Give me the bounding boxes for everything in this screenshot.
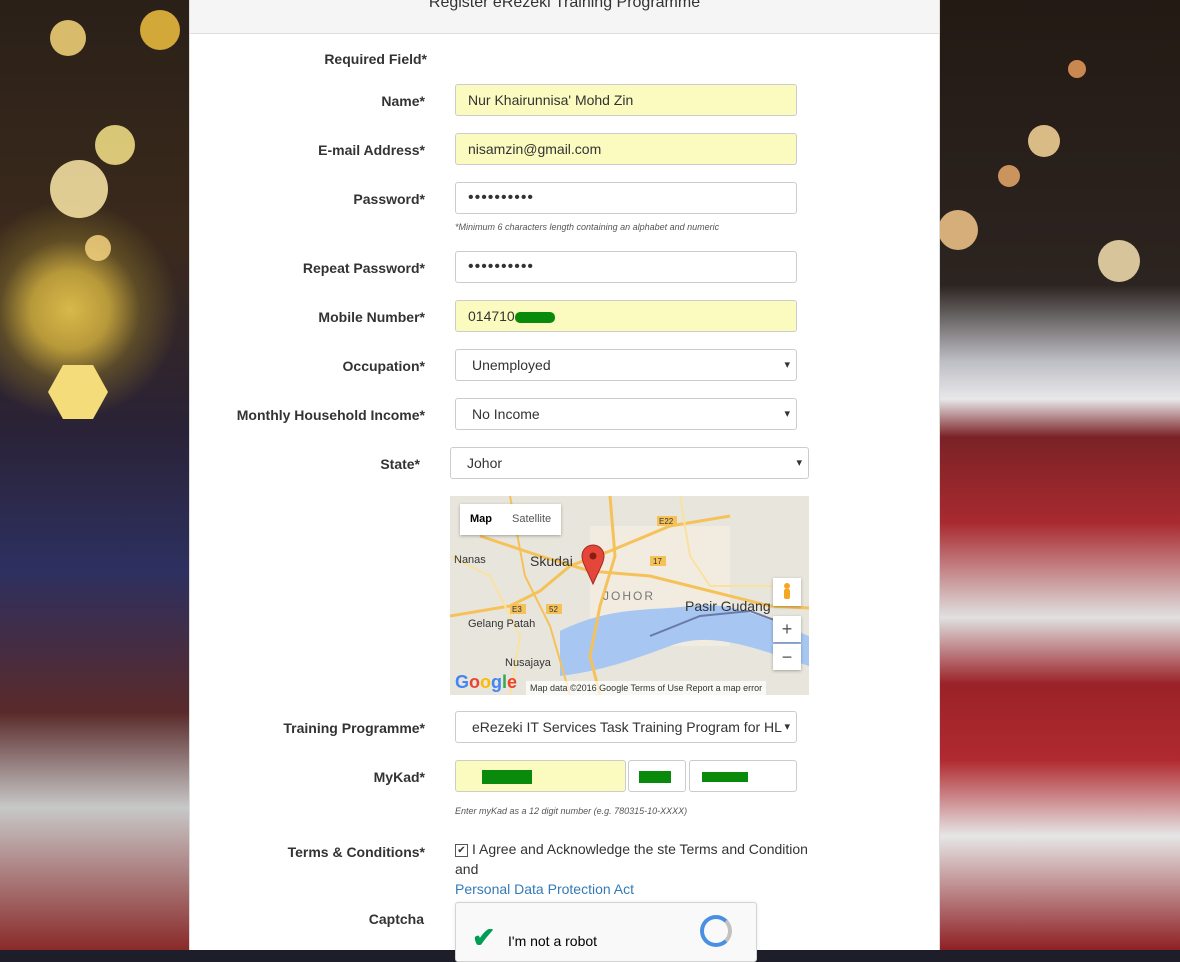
bokeh-light <box>140 10 180 50</box>
background-left <box>0 0 190 950</box>
occupation-select[interactable]: Unemployed <box>455 349 797 381</box>
mykad-label: MyKad* <box>373 769 425 785</box>
page-title: Register eRezeki Training Programme <box>428 0 701 11</box>
training-label: Training Programme* <box>283 720 425 736</box>
street-view-pegman-icon[interactable] <box>773 578 801 606</box>
road-label-e3: E3 <box>512 605 522 614</box>
income-label: Monthly Household Income* <box>236 407 425 423</box>
state-label: State* <box>380 456 420 472</box>
recaptcha-widget[interactable]: ✔ I'm not a robot <box>455 902 757 962</box>
mykad-part3-input[interactable] <box>689 760 797 792</box>
occupation-value: Unemployed <box>472 357 551 373</box>
bokeh-light <box>1098 240 1140 282</box>
map-type-control: Map Satellite <box>460 504 562 535</box>
terms-agreement: ✔ I Agree and Acknowledge the ste Terms a… <box>455 839 835 899</box>
road-label-e22: E22 <box>659 517 674 526</box>
income-value: No Income <box>472 406 540 422</box>
name-label: Name* <box>381 93 425 109</box>
bokeh-light <box>998 165 1020 187</box>
name-input[interactable]: Nur Khairunnisa' Mohd Zin <box>455 84 797 116</box>
required-field-note: Required Field* <box>324 51 427 67</box>
repeat-password-input[interactable]: •••••••••• <box>455 251 797 283</box>
redaction-mark <box>482 770 532 785</box>
road-label-52: 52 <box>549 605 558 614</box>
mykad-hint: Enter myKad as a 12 digit number (e.g. 7… <box>455 806 688 816</box>
road-label-17: 17 <box>653 557 662 566</box>
mykad-part1-input[interactable] <box>455 760 626 792</box>
zoom-in-button[interactable]: + <box>773 616 801 642</box>
zoom-out-button[interactable]: − <box>773 644 801 670</box>
bokeh-light <box>50 160 108 218</box>
place-nanas: Nanas <box>454 554 486 566</box>
income-select[interactable]: No Income <box>455 398 797 430</box>
state-value: Johor <box>467 455 503 471</box>
captcha-label: Captcha <box>368 911 424 927</box>
password-input[interactable]: •••••••••• <box>455 182 797 214</box>
pdpa-link[interactable]: Personal Data Protection Act <box>455 881 634 897</box>
registration-panel: Register eRezeki Training Programme Requ… <box>189 0 940 962</box>
email-label: E-mail Address* <box>318 142 425 158</box>
training-value: eRezeki IT Services Task Training Progra… <box>472 719 782 735</box>
repeat-password-label: Repeat Password* <box>302 260 425 276</box>
mobile-value: 014710 <box>468 308 515 324</box>
password-hint: *Minimum 6 characters length containing … <box>455 222 720 232</box>
bokeh-light <box>95 125 135 165</box>
bokeh-light <box>85 235 111 261</box>
background-right <box>938 0 1180 950</box>
mobile-input[interactable]: 014710 <box>455 300 797 332</box>
email-input[interactable]: nisamzin@gmail.com <box>455 133 797 165</box>
place-johor: JOHOR <box>603 589 655 603</box>
map-type-map-button[interactable]: Map <box>460 504 502 535</box>
terms-text: I Agree and Acknowledge the ste Terms an… <box>455 841 808 877</box>
recaptcha-logo-icon <box>700 915 732 947</box>
bokeh-light <box>938 210 978 250</box>
google-logo: Google <box>455 672 518 692</box>
map-attribution[interactable]: Map data ©2016 Google Terms of Use Repor… <box>526 681 767 695</box>
location-map[interactable]: E22 17 E3 52 Skudai JOHOR Pasir Gudang N… <box>450 496 809 695</box>
redaction-mark <box>514 311 555 323</box>
place-pasir-gudang: Pasir Gudang <box>685 598 771 614</box>
terms-label: Terms & Conditions* <box>287 844 425 860</box>
state-select[interactable]: Johor <box>450 447 809 479</box>
panel-header: Register eRezeki Training Programme <box>190 0 939 34</box>
place-nusajaya: Nusajaya <box>505 657 552 669</box>
place-gelang-patah: Gelang Patah <box>468 618 535 630</box>
map-type-satellite-button[interactable]: Satellite <box>502 504 561 535</box>
password-label: Password* <box>353 191 425 207</box>
redaction-mark <box>702 772 748 783</box>
place-skudai: Skudai <box>530 553 573 569</box>
bokeh-light <box>50 20 86 56</box>
mykad-part2-input[interactable] <box>628 760 686 792</box>
bokeh-light <box>1028 125 1060 157</box>
redaction-mark <box>639 771 671 784</box>
mobile-label: Mobile Number* <box>318 309 425 325</box>
captcha-text: I'm not a robot <box>508 933 598 949</box>
occupation-label: Occupation* <box>342 358 425 374</box>
terms-checkbox[interactable]: ✔ <box>455 844 468 857</box>
training-select[interactable]: eRezeki IT Services Task Training Progra… <box>455 711 797 743</box>
bokeh-light <box>1068 60 1086 78</box>
checkmark-icon[interactable]: ✔ <box>472 921 495 954</box>
